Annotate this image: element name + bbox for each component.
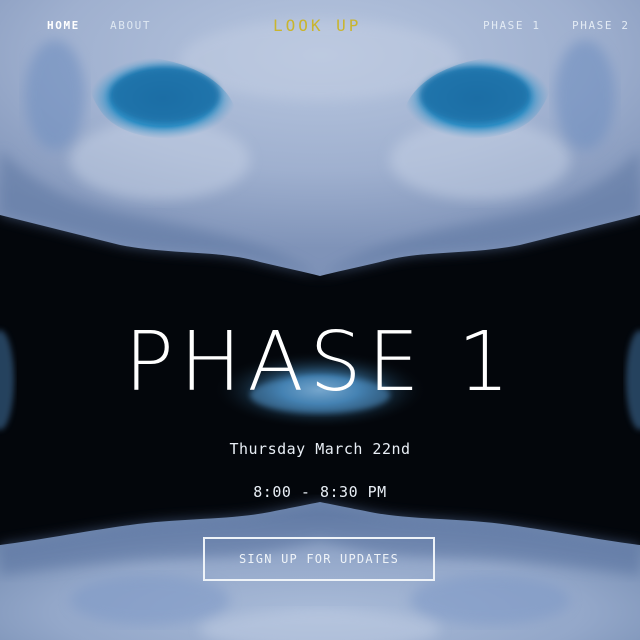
nav-link-phase-2[interactable]: PHASE 2 (572, 19, 630, 32)
page: HOME ABOUT LOOK UP PHASE 1 PHASE 2 PHASE… (0, 0, 640, 640)
nav-link-home[interactable]: HOME (47, 19, 80, 32)
top-navigation: HOME ABOUT LOOK UP PHASE 1 PHASE 2 (0, 0, 640, 52)
event-date: Thursday March 22nd (229, 440, 411, 458)
hero-title: PHASE 1 (124, 315, 516, 410)
nav-link-phase-1[interactable]: PHASE 1 (483, 19, 541, 32)
nav-link-about[interactable]: ABOUT (110, 19, 151, 32)
event-time: 8:00 - 8:30 PM (253, 483, 387, 501)
site-logo-link[interactable]: LOOK UP (273, 16, 361, 35)
sign-up-for-updates-button[interactable]: SIGN UP FOR UPDATES (203, 537, 435, 581)
